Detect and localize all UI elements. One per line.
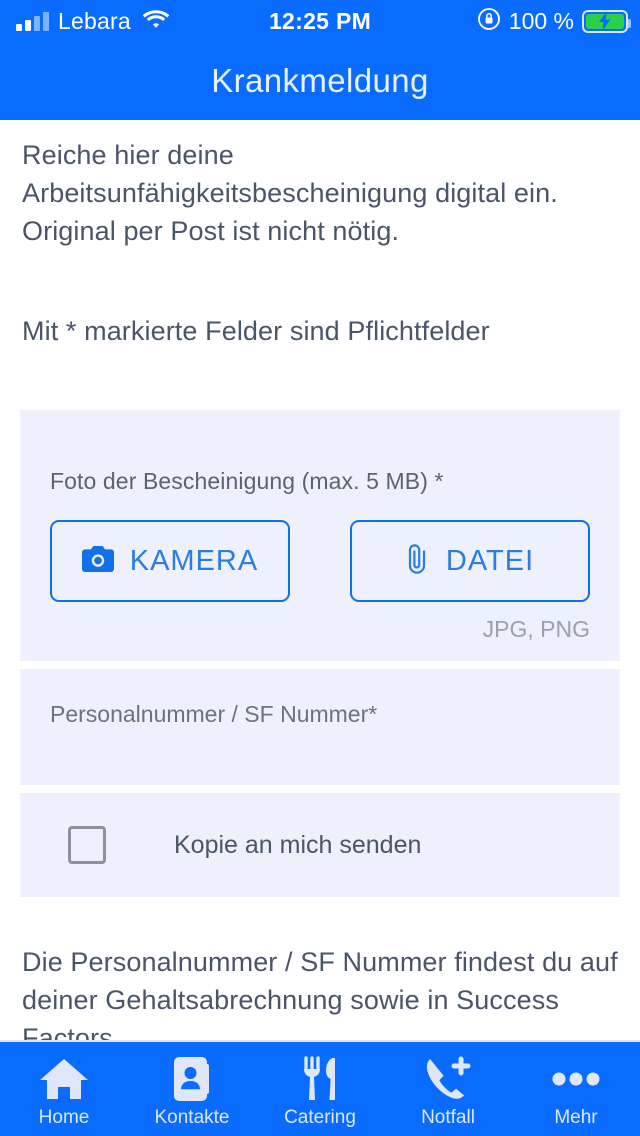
tab-mehr-label: Mehr <box>554 1107 598 1128</box>
paperclip-icon <box>406 543 430 580</box>
status-bar: Lebara 12:25 PM 100 % <box>0 0 640 42</box>
tab-home[interactable]: Home <box>0 1042 128 1136</box>
camera-button-label: KAMERA <box>129 544 259 577</box>
ellipsis-icon <box>552 1055 600 1103</box>
fork-knife-icon <box>298 1055 342 1103</box>
page-title: Krankmeldung <box>211 62 429 99</box>
footer-note: Die Personalnummer / SF Nummer findest d… <box>22 947 618 1040</box>
bottom-tab-bar: Home Kontakte Catering Notfall Mehr <box>0 1040 640 1136</box>
form-cards: Foto der Bescheinigung (max. 5 MB) * KAM… <box>0 410 640 897</box>
tab-notfall-label: Notfall <box>421 1107 475 1128</box>
home-icon <box>39 1055 89 1103</box>
required-fields-note: Mit * markierte Felder sind Pflichtfelde… <box>22 316 490 346</box>
copy-to-me-checkbox[interactable] <box>68 826 106 864</box>
tab-home-label: Home <box>38 1107 90 1128</box>
photo-field-label: Foto der Bescheinigung (max. 5 MB) * <box>50 468 444 494</box>
personnel-number-input[interactable] <box>50 700 590 728</box>
battery-charging-icon <box>582 9 631 33</box>
phone-plus-icon <box>424 1055 472 1103</box>
tab-notfall[interactable]: Notfall <box>384 1042 512 1136</box>
app-header: Krankmeldung <box>0 42 640 120</box>
photo-upload-card: Foto der Bescheinigung (max. 5 MB) * KAM… <box>20 410 620 661</box>
tab-mehr[interactable]: Mehr <box>512 1042 640 1136</box>
page-content: Reiche hier deine Arbeitsunfähigkeitsbes… <box>0 120 640 1040</box>
file-button[interactable]: DATEI <box>350 520 590 602</box>
tab-kontakte[interactable]: Kontakte <box>128 1042 256 1136</box>
tab-kontakte-label: Kontakte <box>154 1107 230 1128</box>
contacts-card-icon <box>172 1055 212 1103</box>
battery-percent-label: 100 % <box>508 7 574 34</box>
tab-catering-label: Catering <box>284 1107 356 1128</box>
copy-to-me-card[interactable]: Kopie an mich senden <box>20 793 620 897</box>
copy-to-me-label: Kopie an mich senden <box>174 830 422 859</box>
formats-hint: JPG, PNG <box>482 616 590 642</box>
rotation-lock-icon <box>477 7 501 36</box>
upload-buttons-row: KAMERA DATEI <box>50 520 590 602</box>
tab-catering[interactable]: Catering <box>256 1042 384 1136</box>
personnel-number-card[interactable] <box>20 669 620 785</box>
status-bar-right: 100 % <box>477 7 640 36</box>
camera-button[interactable]: KAMERA <box>50 520 290 602</box>
file-button-label: DATEI <box>445 544 535 577</box>
intro-text: Reiche hier deine Arbeitsunfähigkeitsbes… <box>22 140 558 246</box>
camera-icon <box>81 545 114 577</box>
